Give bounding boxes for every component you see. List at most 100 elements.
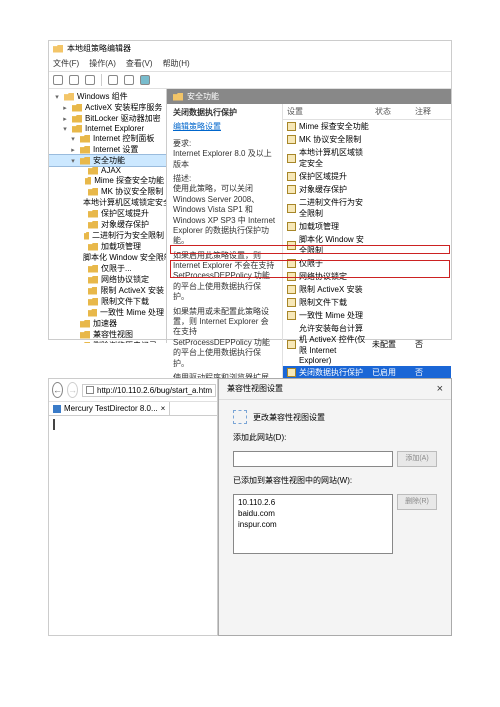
tree-item[interactable]: 一致性 Mime 处理 [49,307,166,318]
refresh-icon[interactable] [108,75,118,85]
list-row[interactable]: 一致性 Mime 处理 [283,309,451,322]
list-row[interactable]: 网络协议锁定 [283,270,451,283]
col-setting[interactable]: 设置 [287,106,375,117]
help-icon[interactable] [124,75,134,85]
tree-item[interactable]: 限制 ActiveX 安装 [49,285,166,296]
list-row[interactable]: 对象缓存保护 [283,183,451,196]
setting-icon [287,340,296,349]
tree-item[interactable]: 加速器 [49,318,166,329]
site-item[interactable]: 10.110.2.6 [238,497,388,508]
tree-item[interactable]: 限制文件下载 [49,296,166,307]
list-row[interactable]: 仅限于 [283,257,451,270]
expander-icon[interactable]: ▸ [61,115,69,123]
sites-listbox[interactable]: 10.110.2.6baidu.cominspur.com [233,494,393,554]
folder-icon [80,331,90,339]
setting-icon [287,222,296,231]
expander-icon[interactable]: ▾ [69,135,77,143]
back-icon[interactable] [53,75,63,85]
tree-item[interactable]: ▸BitLocker 驱动器加密 [49,113,166,124]
tree-item[interactable]: 仅限于... [49,263,166,274]
folder-icon [88,243,98,251]
setting-icon [287,122,296,131]
expander-icon[interactable]: ▾ [61,125,69,133]
right-header-title: 安全功能 [187,91,219,102]
desc-label: 描述: [173,174,276,184]
tree-item-label: ActiveX 安装程序服务 [85,102,162,113]
filter-icon[interactable] [140,75,150,85]
site-item[interactable]: inspur.com [238,519,388,530]
title-bar: 本地组策略编辑器 [49,41,451,56]
folder-icon [88,210,98,218]
up-icon[interactable] [85,75,95,85]
back-icon[interactable]: ← [52,382,63,398]
tree-root[interactable]: ▾ Windows 组件 [49,91,166,102]
col-note[interactable]: 注释 [415,106,447,117]
tree-pane[interactable]: ▾ Windows 组件 ▸ ActiveX 安装程序服务▸BitLocker 驱… [49,89,167,343]
remove-button[interactable]: 删除(R) [397,494,437,510]
menu-help[interactable]: 帮助(H) [163,58,190,69]
dialog-subtitle-row: 更改兼容性视图设置 [233,410,437,424]
expander-icon[interactable]: ▸ [61,104,69,112]
tree-item[interactable]: 对象缓存保护 [49,219,166,230]
tree-item-label: Internet 控制面板 [93,133,154,144]
edit-link[interactable]: 编辑策略设置 [173,122,276,132]
tree-item[interactable]: 二进制行为安全限制 [49,230,166,241]
list-row[interactable]: 加载项管理 [283,220,451,233]
separator [101,74,102,86]
tree-item[interactable]: MK 协议安全限制 [49,186,166,197]
forward-icon[interactable]: → [67,382,78,398]
tree-item[interactable]: ▾Internet Explorer [49,124,166,133]
list-row[interactable]: 允许安装每台计算机 ActiveX 控件(仅限 Internet Explore… [283,322,451,366]
list-row[interactable]: 保护区域提升 [283,170,451,183]
tree-item-label: 一致性 Mime 处理 [100,307,164,318]
menu-view[interactable]: 查看(V) [126,58,153,69]
ie-toolbar: ← → http://10.110.2.6/bug/start_a.htm [49,379,217,402]
col-status[interactable]: 状态 [375,106,415,117]
tree-item[interactable]: 加载项管理 [49,241,166,252]
expander-icon[interactable]: ▾ [53,93,61,101]
expander-icon[interactable]: ▸ [69,146,77,154]
tree-item[interactable]: ▸Internet 设置 [49,144,166,155]
list-row[interactable]: 限制文件下载 [283,296,451,309]
close-icon[interactable]: × [437,383,443,395]
window-title: 本地组策略编辑器 [67,43,131,54]
setting-icon [287,154,296,163]
tree-item[interactable]: ▾ Internet 控制面板 [49,133,166,144]
list-row[interactable]: 脚本化 Window 安全限制 [283,233,451,257]
tree-item[interactable]: 脚本化 Window 安全限制 [49,252,166,263]
tree-item[interactable]: 保护区域提升 [49,208,166,219]
forward-icon[interactable] [69,75,79,85]
tab-close-icon[interactable]: × [161,404,166,413]
folder-icon [88,221,98,229]
list-row[interactable]: 本地计算机区域锁定安全 [283,146,451,170]
tree-item-label: 删除浏览历史记录 [93,340,157,343]
add-site-input[interactable] [233,451,393,467]
browser-tab[interactable]: Mercury TestDirector 8.0... × [49,402,170,415]
expander-icon[interactable]: ▾ [69,157,77,165]
tree-item[interactable]: ▾安全功能 [49,155,166,166]
list-row[interactable]: Mime 探查安全功能 [283,120,451,133]
list-row[interactable]: 二进制文件行为安全限制 [283,196,451,220]
menu-bar: 文件(F) 操作(A) 查看(V) 帮助(H) [49,56,451,72]
menu-action[interactable]: 操作(A) [89,58,116,69]
tree-item[interactable]: 网络协议锁定 [49,274,166,285]
list-row[interactable]: 限制 ActiveX 安装 [283,283,451,296]
tree-item[interactable]: 本地计算机区域锁定安全 [49,197,166,208]
list-row[interactable]: MK 协议安全限制 [283,133,451,146]
address-bar[interactable]: http://10.110.2.6/bug/start_a.htm [82,384,216,397]
tree-item[interactable]: 兼容性视图 [49,329,166,340]
tree-item[interactable]: 删除浏览历史记录 [49,340,166,343]
add-label: 添加此网站(D): [233,432,437,443]
menu-file[interactable]: 文件(F) [53,58,79,69]
tree-item[interactable]: AJAX [49,166,166,175]
tree-item[interactable]: ▸ ActiveX 安装程序服务 [49,102,166,113]
folder-icon [72,104,82,112]
dialog-subtitle: 更改兼容性视图设置 [253,412,325,423]
list-label: 已添加到兼容性视图中的网站(W): [233,475,437,486]
desc-body: 使用此策略，可以关闭 Windows Server 2008、Windows V… [173,184,276,246]
add-button[interactable]: 添加(A) [397,451,437,467]
setting-icon [287,241,296,250]
site-item[interactable]: baidu.com [238,508,388,519]
tree-item[interactable]: Mime 探查安全功能 [49,175,166,186]
folder-icon [80,320,90,328]
